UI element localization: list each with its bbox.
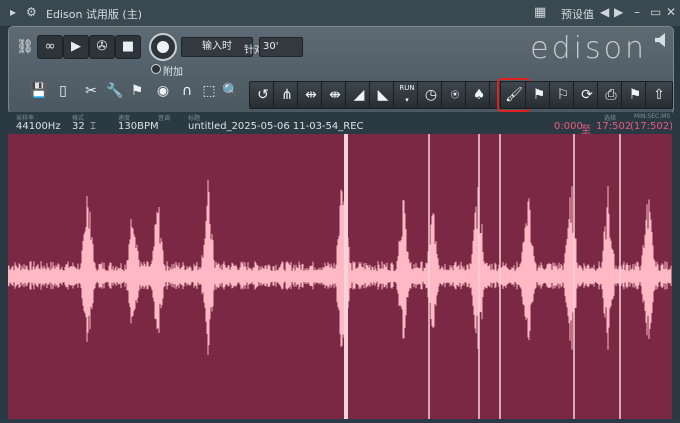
zoom-icon[interactable]: 🔍 [221, 81, 241, 101]
pitch-caption: 音调 [158, 115, 171, 122]
edison-logo: edison [530, 31, 647, 66]
transport: ∞ ▶ ✇ ■ [37, 35, 167, 59]
reel-button[interactable]: ✇ [89, 35, 115, 59]
format-icon[interactable]: ⌶ [90, 121, 96, 132]
speaker-icon [655, 33, 665, 47]
arrow-right-icon[interactable]: ▸ [10, 5, 16, 19]
minimize-icon[interactable]: – [634, 5, 640, 19]
maximize-icon[interactable]: ▭ [650, 5, 661, 19]
eye-icon[interactable]: ◉ [153, 81, 173, 101]
prev-preset-icon[interactable]: ◀ [600, 5, 609, 19]
info-bar: 采样率 44100Hz 格式 32 ⌶ 速度 130BPM 音调 标题 unti… [8, 112, 673, 136]
grid-icon[interactable]: ▦ [534, 5, 546, 20]
waveform-path [7, 179, 672, 355]
append-label: 附加 [163, 67, 183, 78]
control-panel: ⛓ ∞ ▶ ✇ ■ 输入时 针对 30' 附加 edison 💾 ▯ ✂ 🔧 ⚑… [8, 26, 674, 114]
sample-rate[interactable]: 44100Hz [16, 121, 61, 132]
title-bar: ▸ ⚙ Edison 试用版 (主) ▦ 预设值 ◀ ▶ – ▭ ✕ [0, 0, 680, 27]
edison-window: ▸ ⚙ Edison 试用版 (主) ▦ 预设值 ◀ ▶ – ▭ ✕ ⛓ ∞ ▶… [0, 0, 680, 419]
loop-button[interactable]: ∞ [37, 35, 63, 59]
export-icon[interactable]: ⇧ [645, 81, 673, 109]
record-mode-select[interactable]: 输入时 [181, 37, 253, 57]
time-format-caption: MIN:SEC:MS [634, 113, 671, 120]
selection-length: (17:502) [630, 121, 673, 132]
next-preset-icon[interactable]: ▶ [614, 5, 623, 19]
tempo[interactable]: 130BPM [118, 121, 159, 132]
filename[interactable]: untitled_2025-05-06 11-03-54_REC [188, 121, 364, 132]
selection-start[interactable]: 0:000 [554, 121, 583, 132]
magnet-icon[interactable]: ∩ [177, 81, 197, 101]
wrench-icon[interactable]: 🔧 [105, 81, 125, 101]
left-strip [0, 26, 8, 419]
selection-icon[interactable]: ⬚ [199, 81, 219, 101]
gear-icon[interactable]: ⚙ [26, 5, 37, 19]
waveform-trace [7, 134, 672, 419]
marker-flag-icon[interactable]: ⚑ [127, 81, 147, 101]
save-icon[interactable]: 💾 [29, 81, 49, 101]
cut-icon[interactable]: ✂ [81, 81, 101, 101]
stop-button[interactable]: ■ [115, 35, 141, 59]
link-icon[interactable]: ⛓ [15, 37, 35, 57]
threshold-input[interactable]: 30' [259, 37, 303, 57]
new-file-icon[interactable]: ▯ [53, 81, 73, 101]
close-icon[interactable]: ✕ [666, 5, 676, 19]
play-button[interactable]: ▶ [63, 35, 89, 59]
preset-button[interactable]: 预设值 [561, 6, 594, 22]
selection-end[interactable]: 17:502 [596, 121, 631, 132]
record-button[interactable] [149, 33, 177, 61]
waveform [7, 134, 672, 419]
append-radio[interactable] [151, 64, 161, 74]
waveform-view[interactable] [7, 134, 672, 419]
window-title: Edison 试用版 (主) [46, 8, 142, 21]
bit-depth[interactable]: 32 [72, 121, 85, 132]
brush-icon[interactable]: 🖌 [497, 78, 531, 112]
